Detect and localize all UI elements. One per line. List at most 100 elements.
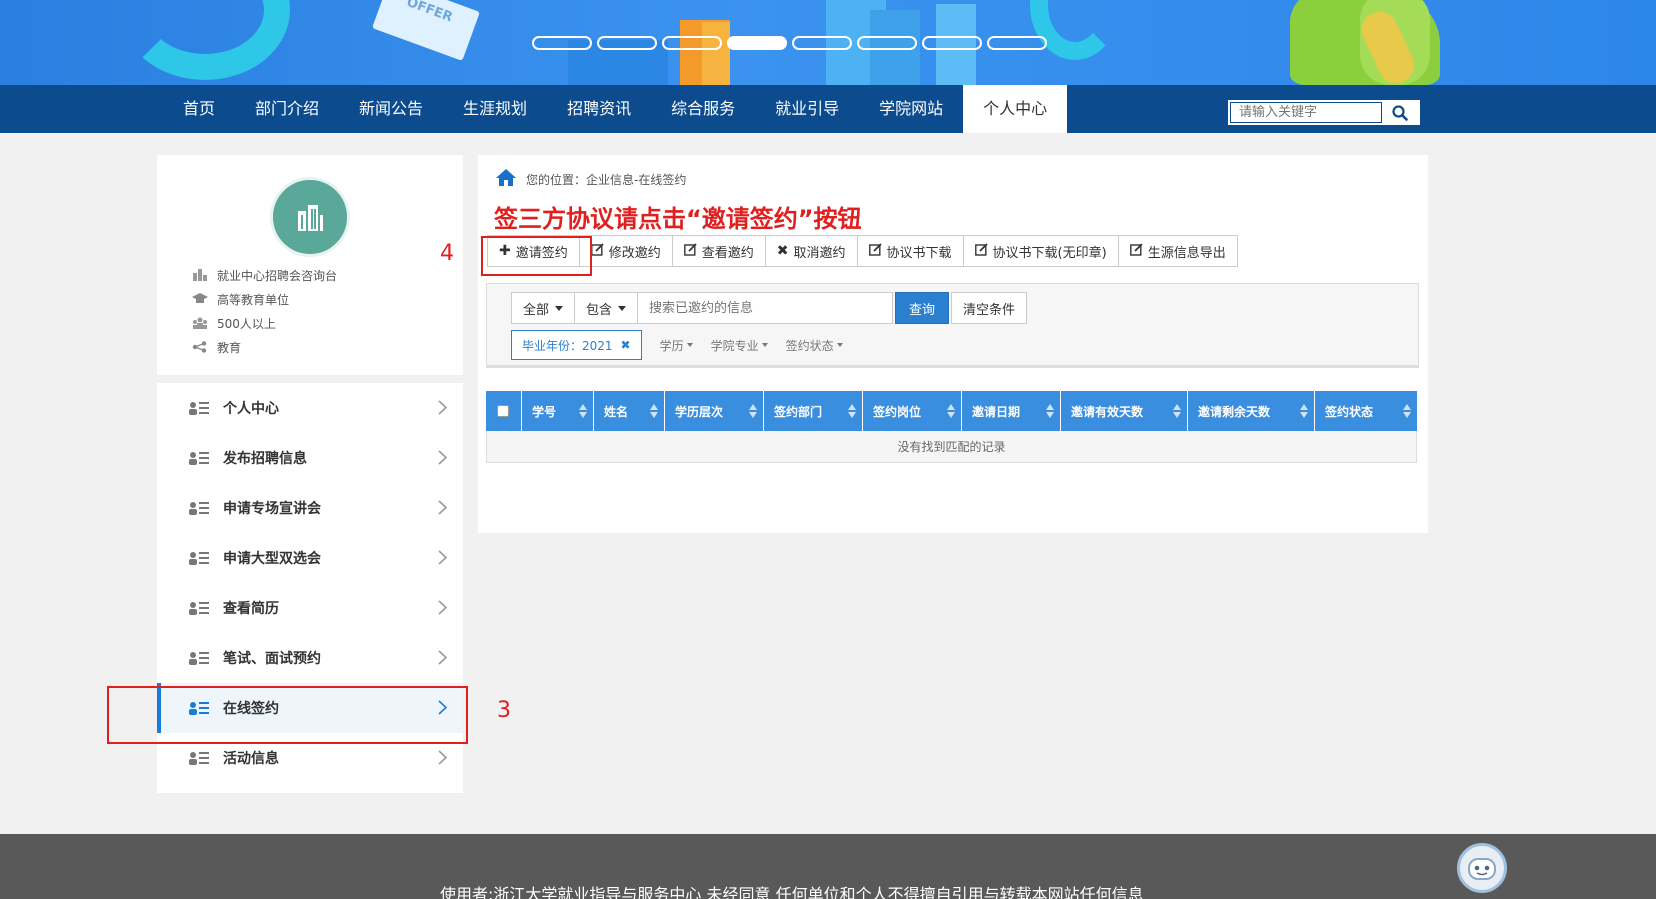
column-header-label: 学历层次 <box>675 404 724 419</box>
column-header-label: 签约状态 <box>1325 404 1374 419</box>
main-content-panel: 您的位置：企业信息-在线签约 签三方协议请点击“邀请签约”按钮 ✚ 邀请签约 修改… <box>478 155 1428 533</box>
company-info-row: 就业中心招聘会咨询台 <box>191 263 337 287</box>
sidebar-item-post-job[interactable]: 发布招聘信息 <box>157 433 463 483</box>
button-label: 协议书下载 <box>886 245 952 261</box>
chat-assistant-button[interactable] <box>1457 843 1507 893</box>
cancel-invitation-button[interactable]: ✖ 取消邀约 <box>764 235 858 267</box>
footer-copyright: 使用者:浙江大学就业指导与服务中心 未经同意 任何单位和个人不得擅自引用与转载本… <box>440 885 1144 899</box>
nav-item-news[interactable]: 新闻公告 <box>339 85 443 133</box>
chevron-right-icon <box>438 400 448 419</box>
scope-dropdown[interactable]: 全部 <box>511 292 576 324</box>
graduation-year-tag[interactable]: 毕业年份：2021 ✖ <box>511 330 642 360</box>
nav-item-personal-center[interactable]: 个人中心 <box>963 85 1068 133</box>
search-row: 全部 包含 查询 清空条件 <box>511 292 1028 324</box>
match-dropdown-value: 包含 <box>586 302 613 318</box>
people-icon <box>191 317 209 329</box>
column-header-label: 签约部门 <box>774 404 823 419</box>
carousel-dot-active[interactable] <box>727 36 787 50</box>
company-info-list: 就业中心招聘会咨询台 高等教育单位 500人以上 教育 <box>191 263 337 359</box>
sidebar-item-info-session[interactable]: 申请专场宣讲会 <box>157 483 463 533</box>
column-header[interactable]: 签约部门 <box>764 391 863 431</box>
sort-icon <box>947 404 955 418</box>
major-filter[interactable]: 学院专业 <box>711 337 768 354</box>
carousel-dot[interactable] <box>987 36 1047 50</box>
edit-invitation-button[interactable]: 修改邀约 <box>578 235 673 267</box>
button-label: 生源信息导出 <box>1147 245 1226 261</box>
column-header-label: 姓名 <box>604 404 629 419</box>
annotation-highlight-box <box>107 686 468 744</box>
column-header[interactable]: 签约岗位 <box>863 391 962 431</box>
search-button[interactable] <box>1382 102 1418 123</box>
education-filter[interactable]: 学历 <box>660 337 693 354</box>
column-header-label: 学号 <box>532 404 557 419</box>
sidebar-item-label: 申请大型双选会 <box>223 551 321 567</box>
times-icon: ✖ <box>776 243 789 259</box>
carousel-dot[interactable] <box>532 36 592 50</box>
clear-conditions-button[interactable]: 清空条件 <box>951 292 1028 324</box>
annotation-highlight-box <box>481 236 592 276</box>
carousel-dot[interactable] <box>857 36 917 50</box>
chevron-right-icon <box>438 450 448 469</box>
carousel-dot[interactable] <box>662 36 722 50</box>
caret-down-icon <box>686 343 693 347</box>
column-header-label: 邀请有效天数 <box>1071 404 1144 419</box>
query-button[interactable]: 查询 <box>895 292 950 324</box>
invitation-search-input[interactable] <box>637 292 894 324</box>
chevron-right-icon <box>438 500 448 519</box>
export-student-info-button[interactable]: 生源信息导出 <box>1117 235 1238 267</box>
user-list-icon <box>189 750 209 769</box>
agreement-download-button[interactable]: 协议书下载 <box>856 235 964 267</box>
filter-label: 签约状态 <box>785 338 834 353</box>
carousel-indicators <box>532 36 1047 50</box>
carousel-dot[interactable] <box>792 36 852 50</box>
chevron-right-icon <box>438 550 448 569</box>
nav-item-recruitment[interactable]: 招聘资讯 <box>547 85 651 133</box>
sidebar-item-label: 查看简历 <box>223 601 279 617</box>
sidebar-item-interview-booking[interactable]: 笔试、面试预约 <box>157 633 463 683</box>
agreement-download-unstamped-button[interactable]: 协议书下载(无印章) <box>962 235 1119 267</box>
sidebar-item-resumes[interactable]: 查看简历 <box>157 583 463 633</box>
nav-item-home[interactable]: 首页 <box>163 85 235 133</box>
sort-icon <box>848 404 856 418</box>
nav-item-department[interactable]: 部门介绍 <box>235 85 339 133</box>
view-invitation-button[interactable]: 查看邀约 <box>671 235 766 267</box>
nav-item-career-planning[interactable]: 生涯规划 <box>443 85 547 133</box>
sort-icon <box>1300 404 1308 418</box>
nav-item-services[interactable]: 综合服务 <box>651 85 755 133</box>
select-all-checkbox[interactable] <box>497 405 509 417</box>
sidebar-item-label: 笔试、面试预约 <box>223 651 321 667</box>
offer-card-text: OFFER <box>404 0 455 26</box>
invitation-table: 学号 姓名 学历层次 签约部门 签约岗位 邀请日期 邀请有效天数 邀请剩余天数 … <box>486 391 1417 463</box>
edit-icon <box>590 242 604 260</box>
filter-label: 学历 <box>659 338 684 353</box>
sidebar-item-personal-center[interactable]: 个人中心 <box>157 383 463 433</box>
column-header-label: 邀请剩余天数 <box>1198 404 1271 419</box>
column-header-label: 签约岗位 <box>873 404 922 419</box>
close-icon[interactable]: ✖ <box>621 338 631 352</box>
button-label: 取消邀约 <box>793 245 846 261</box>
building-icon <box>298 205 323 231</box>
column-header[interactable]: 邀请有效天数 <box>1061 391 1188 431</box>
sort-icon <box>1403 404 1411 418</box>
match-dropdown[interactable]: 包含 <box>574 292 639 324</box>
column-header[interactable]: 邀请剩余天数 <box>1188 391 1315 431</box>
signing-status-filter[interactable]: 签约状态 <box>786 337 843 354</box>
carousel-dot[interactable] <box>597 36 657 50</box>
edit-icon <box>1129 242 1143 260</box>
sort-icon <box>1046 404 1054 418</box>
carousel-dot[interactable] <box>922 36 982 50</box>
sidebar-item-label: 申请专场宣讲会 <box>223 501 321 517</box>
column-header-label: 邀请日期 <box>972 404 1021 419</box>
sidebar-item-job-fair[interactable]: 申请大型双选会 <box>157 533 463 583</box>
building-icon <box>191 269 209 281</box>
column-header[interactable]: 学历层次 <box>665 391 764 431</box>
column-header[interactable]: 签约状态 <box>1315 391 1417 431</box>
sort-icon <box>749 404 757 418</box>
column-header[interactable]: 姓名 <box>594 391 665 431</box>
site-search-input[interactable] <box>1230 102 1382 123</box>
nav-item-college-sites[interactable]: 学院网站 <box>859 85 963 133</box>
column-header[interactable]: 邀请日期 <box>962 391 1061 431</box>
home-icon[interactable] <box>496 169 516 189</box>
column-header[interactable]: 学号 <box>522 391 594 431</box>
nav-item-guidance[interactable]: 就业引导 <box>755 85 859 133</box>
